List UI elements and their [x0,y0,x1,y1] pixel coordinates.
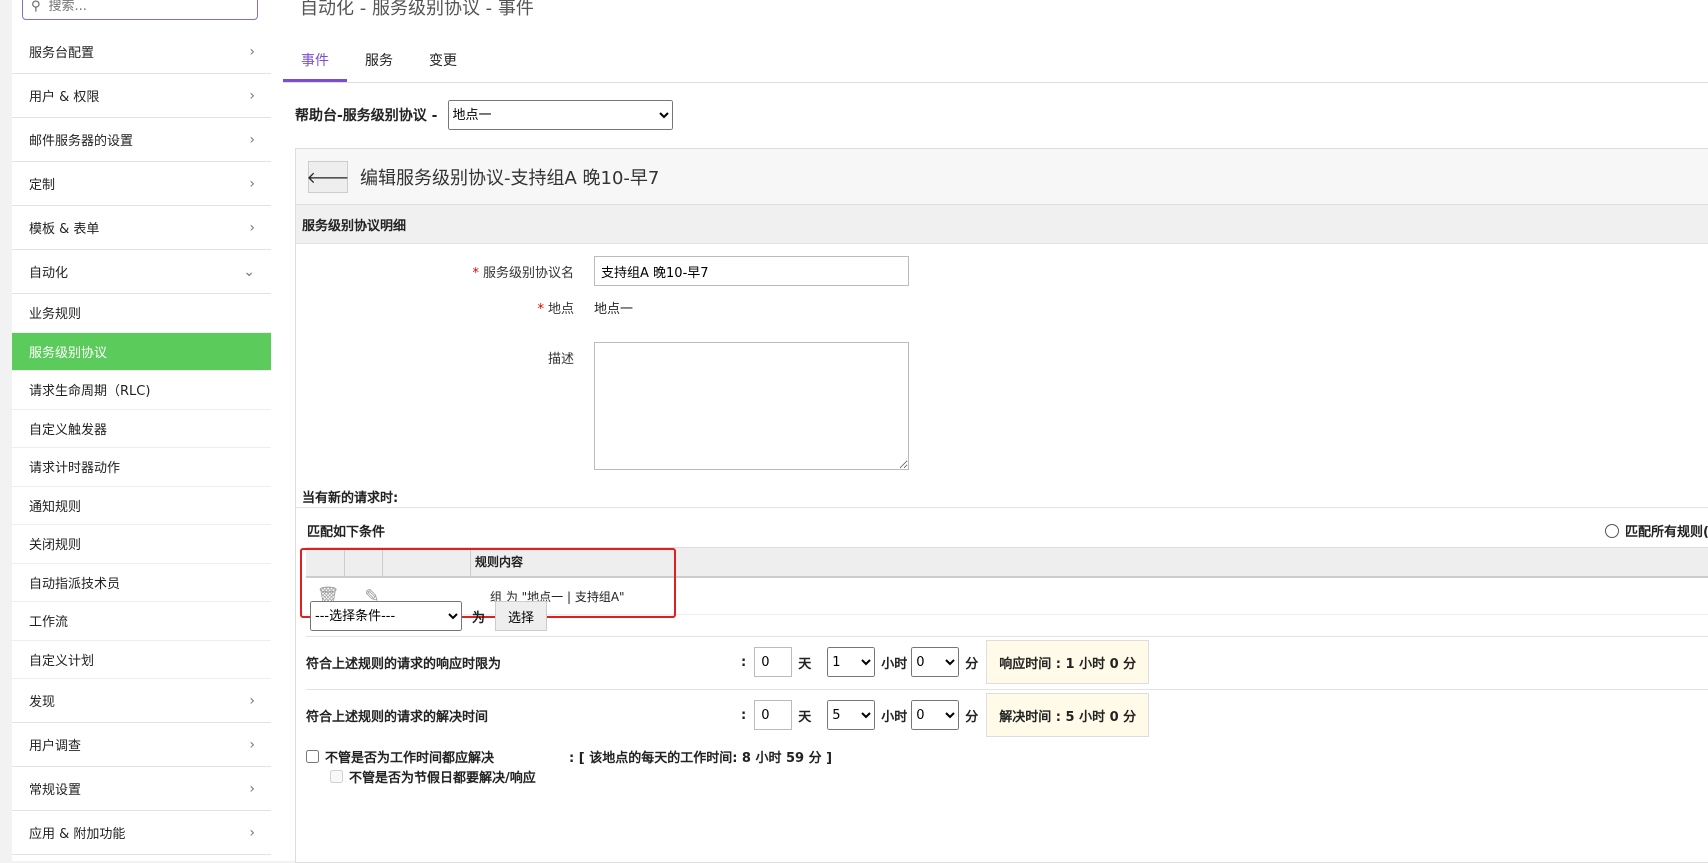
condition-select[interactable]: ---选择条件--- [310,601,462,631]
site-select[interactable]: 地点一 [447,100,673,130]
response-time-row: 符合上述规则的请求的响应时限为 : 天 1 小时 0 分 响应时间 : 1 小时… [306,636,1708,687]
ignore-holiday-checkbox[interactable] [330,770,343,783]
match-conditions-label: 匹配如下条件 [307,525,386,540]
match-all-option[interactable]: 匹配所有规则( [1605,521,1708,540]
chevron-right-icon: › [249,692,255,709]
description-label: 描述 [547,352,574,367]
chevron-right-icon: › [249,736,255,753]
resolution-hours-select[interactable]: 5 [827,700,876,730]
worktime-info: : [ 该地点的每天的工作时间: 8 小时 59 分 ] [569,751,833,766]
sub-item-rlc[interactable]: 请求生命周期（RLC) [12,371,271,410]
search-input[interactable] [46,0,231,15]
response-days-input[interactable] [754,647,793,677]
ignore-worktime-row: 不管是否为工作时间都应解决 : [ 该地点的每天的工作时间: 8 小时 59 分… [306,747,832,766]
sub-item-business-rules[interactable]: 业务规则 [12,294,271,333]
choose-button[interactable]: 选择 [495,601,548,631]
search-box[interactable]: ⚲ [22,0,258,20]
sub-item-workflow[interactable]: 工作流 [12,602,271,641]
panel-header: 🡐 编辑服务级别协议-支持组A 晚10-早7 [296,149,1708,205]
menu-item-apps[interactable]: 应用 & 附加功能 › [12,811,271,855]
chevron-right-icon: › [249,43,255,60]
resolution-days-input[interactable] [754,700,793,730]
for-label: 为 [472,610,486,626]
sidebar: ⚲ 服务台配置› 用户 & 权限› 邮件服务器的设置› 定制› 模板 & 表单›… [12,0,272,861]
chevron-right-icon: › [249,780,255,797]
chevron-down-icon: ⌄ [243,263,255,280]
panel-title: 编辑服务级别协议-支持组A 晚10-早7 [360,167,660,189]
breadcrumb: 自动化 - 服务级别协议 - 事件 [300,0,534,19]
sub-item-custom-triggers[interactable]: 自定义触发器 [12,409,271,448]
admin-menu: 服务台配置 › 用户 & 权限 › 邮件服务器的设置 › 定制 › 模板 & 表单 › 自… [12,30,271,855]
menu-item-users[interactable]: 用户 & 权限 › [12,74,271,118]
sla-name-input[interactable] [594,256,909,286]
arrow-left-icon: 🡐 [306,167,350,187]
sub-item-notification-rules[interactable]: 通知规则 [12,486,271,525]
chevron-right-icon: › [249,131,255,148]
resolution-summary: 解决时间 : 5 小时 0 分 [986,693,1150,737]
menu-item-survey[interactable]: 用户调查 › [12,723,271,767]
response-summary: 响应时间 : 1 小时 0 分 [986,640,1150,684]
sub-item-timer-actions[interactable]: 请求计时器动作 [12,448,271,487]
tab-bar: 事件 服务 变更 [283,48,1708,83]
rule-content-header: 规则内容 [475,555,524,569]
sub-item-auto-assign[interactable]: 自动指派技术员 [12,563,271,602]
menu-item-automation[interactable]: 自动化 ⌄ [12,250,271,294]
menu-item-helpdesk[interactable]: 服务台配置 › [12,30,271,74]
sla-selector-label: 帮助台-服务级别协议 - [295,108,438,124]
tab-service[interactable]: 服务 [347,48,411,82]
rule-table-header: 规则内容 [306,547,1708,578]
ignore-holiday-label: 不管是否为节假日都要解决/响应 [349,771,536,786]
response-time-label: 符合上述规则的请求的响应时限为 [306,656,502,672]
ignore-worktime-checkbox[interactable] [306,750,319,763]
response-hours-select[interactable]: 1 [827,647,876,677]
main-content: 自动化 - 服务级别协议 - 事件 事件 服务 变更 帮助台-服务级别协议 - … [271,0,1708,863]
sub-item-custom-schedule[interactable]: 自定义计划 [12,640,271,679]
tab-change[interactable]: 变更 [411,48,475,82]
radio-button[interactable] [1605,523,1620,538]
when-new-request-label: 当有新的请求时: [302,491,399,506]
required-marker: * [472,265,479,281]
name-label: 服务级别协议名 [482,265,574,281]
ignore-worktime-label: 不管是否为工作时间都应解决 [325,751,495,766]
chevron-right-icon: › [249,824,255,841]
sub-item-sla[interactable]: 服务级别协议 [12,332,271,371]
add-condition-row: ---选择条件--- 为 选择 [310,601,548,631]
section-header-sla-details: 服务级别协议明细 [296,205,1708,244]
chevron-right-icon: › [249,87,255,104]
search-icon: ⚲ [31,0,41,14]
site-value: 地点一 [594,302,634,317]
menu-item-discovery[interactable]: 发现 › [12,679,271,723]
back-button[interactable]: 🡐 [306,160,350,193]
tab-incident[interactable]: 事件 [283,48,347,82]
sub-item-closure-rules[interactable]: 关闭规则 [12,525,271,564]
menu-item-customization[interactable]: 定制 › [12,162,271,206]
response-minutes-select[interactable]: 0 [911,647,960,677]
resolution-minutes-select[interactable]: 0 [911,700,960,730]
name-row: * 服务级别协议名 [296,256,909,286]
ignore-holiday-row: 不管是否为节假日都要解决/响应 [330,767,536,786]
site-label: 地点 [547,302,574,317]
sla-site-selector: 帮助台-服务级别协议 - 地点一 [295,100,673,130]
description-row: 描述 [296,342,909,470]
description-textarea[interactable] [594,342,909,470]
menu-item-mail[interactable]: 邮件服务器的设置 › [12,118,271,162]
chevron-right-icon: › [249,219,255,236]
required-marker: * [537,302,544,317]
resolution-time-row: 符合上述规则的请求的解决时间 : 天 5 小时 0 分 解决时间 : 5 小时 … [306,689,1708,740]
menu-item-general[interactable]: 常规设置 › [12,767,271,811]
resolution-time-label: 符合上述规则的请求的解决时间 [306,709,489,725]
edit-sla-panel: 🡐 编辑服务级别协议-支持组A 晚10-早7 服务级别协议明细 * 服务级别协议名… [295,148,1708,863]
site-row: * 地点 地点一 [296,298,633,317]
menu-item-templates[interactable]: 模板 & 表单 › [12,206,271,250]
chevron-right-icon: › [249,175,255,192]
